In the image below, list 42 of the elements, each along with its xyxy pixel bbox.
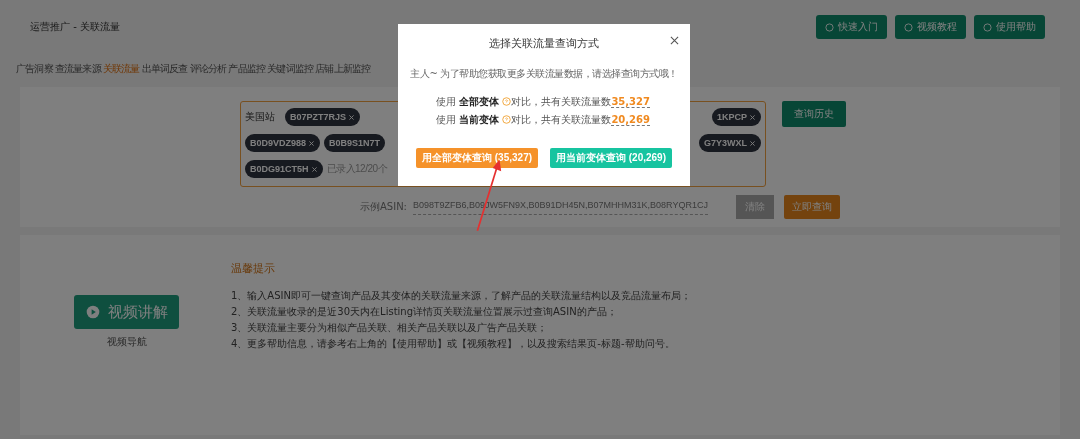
tip-text: 3、关联流量主要分为相似产品关联、相关产品关联以及广告产品关联； <box>231 321 549 334</box>
tab[interactable]: 关联流量 <box>102 62 140 80</box>
flow-count[interactable]: 35,327 <box>611 95 650 108</box>
option-text: 使用 当前变体 <box>436 112 500 127</box>
header-button[interactable]: 快速入门 <box>816 15 887 39</box>
circle-icon <box>825 22 834 32</box>
tab[interactable]: 产品监控 <box>228 62 266 80</box>
dialog-intro: 主人~ 为了帮助您获取更多关联流量数据，请选择查询方式哦！ <box>410 67 678 81</box>
tab[interactable]: 关键词监控 <box>267 62 314 80</box>
history-button[interactable]: 查询历史 <box>782 101 846 127</box>
asin-chip: G7Y3WXL <box>699 134 761 152</box>
tab[interactable]: 广告洞察 <box>16 62 53 80</box>
header-button[interactable]: 视频教程 <box>895 15 966 39</box>
flow-count[interactable]: 20,269 <box>611 113 650 126</box>
marketplace-select[interactable]: 美国站 <box>245 110 275 124</box>
asin-chip: B07PZT7RJS <box>285 108 361 126</box>
tips-title: 温馨提示 <box>231 261 276 276</box>
play-icon <box>85 305 100 319</box>
header-button[interactable]: 使用帮助 <box>974 15 1045 39</box>
query-option-button[interactable]: 用当前变体查询 (20,269) <box>549 148 672 168</box>
circle-icon <box>983 22 992 32</box>
asin-chip: B0B9S1N7T <box>324 134 386 152</box>
query-option-button[interactable]: 用全部变体查询 (35,327) <box>416 148 539 168</box>
tab[interactable]: 查流量来源 <box>54 62 101 80</box>
video-caption: 视频导航 <box>106 335 147 349</box>
close-icon[interactable] <box>670 36 679 45</box>
option-text: 使用 全部变体 <box>436 94 500 109</box>
circle-icon <box>904 22 913 32</box>
asin-chip: B0DG91CT5H <box>245 160 323 178</box>
example-label: 示例ASIN: <box>360 200 407 214</box>
tip-text: 2、关联流量收录的是近30天内在Listing详情页关联流量位置展示过查询ASIN的产品； <box>231 305 618 318</box>
tip-text: 4、更多帮助信息，请参考右上角的【使用帮助】或【视频教程】，以及搜索结果页-标题-帮助问号。 <box>231 337 676 350</box>
tab[interactable]: 评论分析 <box>189 62 227 80</box>
option-text: 对比，共有关联流量数 <box>511 94 612 109</box>
video-button[interactable]: 视频讲解 <box>74 295 179 329</box>
tab[interactable]: 出单词反查 <box>141 62 188 80</box>
asin-chip: 1KPCP <box>712 108 761 126</box>
asin-chip: B0D9VDZ988 <box>245 134 321 152</box>
option-text: 对比，共有关联流量数 <box>511 112 612 127</box>
dialog-title: 选择关联流量查询方式 <box>489 36 599 51</box>
query-button[interactable]: 立即查询 <box>783 195 840 219</box>
breadcrumb: 运营推广 - 关联流量 <box>30 20 120 34</box>
